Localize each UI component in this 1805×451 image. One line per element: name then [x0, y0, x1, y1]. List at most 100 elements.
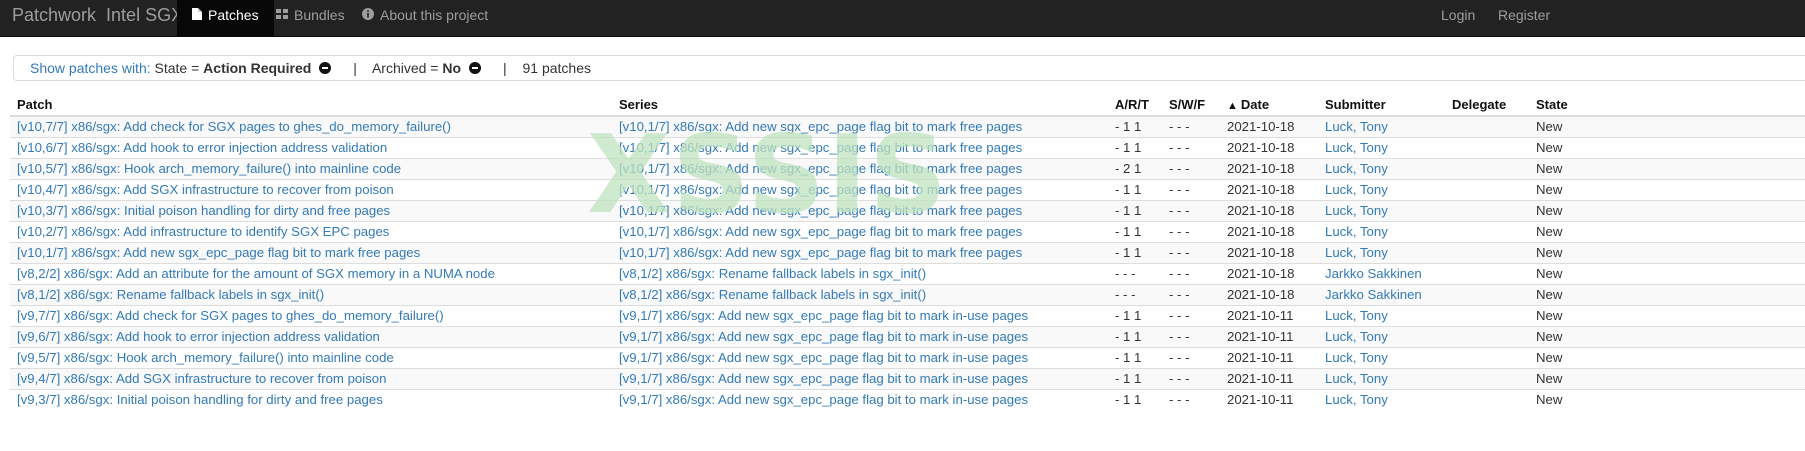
submitter-link[interactable]: Luck, Tony [1325, 224, 1388, 239]
state-cell: New [1529, 263, 1805, 285]
submitter-cell: Luck, Tony [1318, 137, 1445, 159]
submitter-link[interactable]: Luck, Tony [1325, 140, 1388, 155]
patch-link[interactable]: [v8,2/2] x86/sgx: Add an attribute for t… [17, 266, 495, 281]
patch-cell: [v10,1/7] x86/sgx: Add new sgx_epc_page … [10, 242, 612, 264]
submitter-link[interactable]: Luck, Tony [1325, 350, 1388, 365]
header-state[interactable]: State [1529, 94, 1805, 117]
series-link[interactable]: [v10,1/7] x86/sgx: Add new sgx_epc_page … [619, 119, 1022, 134]
header-swf[interactable]: S/W/F [1162, 94, 1220, 117]
swf-cell: - - - [1169, 224, 1190, 239]
submitter-link[interactable]: Luck, Tony [1325, 203, 1388, 218]
nav-about[interactable]: About this project [362, 0, 488, 36]
art-cell: - 1 1 [1115, 224, 1142, 239]
series-link[interactable]: [v9,1/7] x86/sgx: Add new sgx_epc_page f… [619, 371, 1028, 386]
series-link[interactable]: [v8,1/2] x86/sgx: Rename fallback labels… [619, 287, 926, 302]
state-cell: New [1529, 179, 1805, 201]
patch-link[interactable]: [v10,2/7] x86/sgx: Add infrastructure to… [17, 224, 389, 239]
state-cell: New [1529, 368, 1805, 390]
submitter-link[interactable]: Jarkko Sakkinen [1325, 266, 1422, 281]
series-link[interactable]: [v9,1/7] x86/sgx: Add new sgx_epc_page f… [619, 329, 1028, 344]
patch-link[interactable]: [v9,5/7] x86/sgx: Hook arch_memory_failu… [17, 350, 394, 365]
series-link[interactable]: [v10,1/7] x86/sgx: Add new sgx_epc_page … [619, 161, 1022, 176]
submitter-link[interactable]: Luck, Tony [1325, 161, 1388, 176]
swf-cell: - - - [1162, 326, 1220, 348]
series-cell: [v9,1/7] x86/sgx: Add new sgx_epc_page f… [612, 326, 1108, 348]
patch-link[interactable]: [v10,6/7] x86/sgx: Add hook to error inj… [17, 140, 387, 155]
brand-name[interactable]: Patchwork [12, 5, 96, 25]
table-row: [v10,5/7] x86/sgx: Hook arch_memory_fail… [10, 158, 1805, 180]
swf-cell: - - - [1162, 305, 1220, 327]
patch-link[interactable]: [v10,3/7] x86/sgx: Initial poison handli… [17, 203, 390, 218]
submitter-link[interactable]: Luck, Tony [1325, 371, 1388, 386]
series-cell: [v10,1/7] x86/sgx: Add new sgx_epc_page … [612, 137, 1108, 159]
art-cell: - - - [1115, 266, 1136, 281]
series-link[interactable]: [v10,1/7] x86/sgx: Add new sgx_epc_page … [619, 245, 1022, 260]
delegate-cell [1445, 305, 1529, 327]
state-cell: New [1536, 140, 1563, 155]
patch-link[interactable]: [v10,1/7] x86/sgx: Add new sgx_epc_page … [17, 245, 420, 260]
submitter-link[interactable]: Luck, Tony [1325, 119, 1388, 134]
header-delegate[interactable]: Delegate [1445, 94, 1529, 117]
patch-link[interactable]: [v10,4/7] x86/sgx: Add SGX infrastructur… [17, 182, 394, 197]
nav-patches[interactable]: Patches [177, 0, 274, 36]
swf-cell: - - - [1169, 350, 1190, 365]
patch-link[interactable]: [v9,7/7] x86/sgx: Add check for SGX page… [17, 308, 444, 323]
patch-link[interactable]: [v8,1/2] x86/sgx: Rename fallback labels… [17, 287, 324, 302]
remove-archived-filter-icon[interactable] [469, 62, 482, 74]
art-cell: - 1 1 [1115, 245, 1142, 260]
patch-count: 91 patches [522, 60, 591, 76]
patch-link[interactable]: [v9,4/7] x86/sgx: Add SGX infrastructure… [17, 371, 386, 386]
patch-link[interactable]: [v9,6/7] x86/sgx: Add hook to error inje… [17, 329, 380, 344]
art-cell: - - - [1115, 287, 1136, 302]
series-link[interactable]: [v9,1/7] x86/sgx: Add new sgx_epc_page f… [619, 308, 1028, 323]
submitter-cell: Jarkko Sakkinen [1318, 263, 1445, 285]
art-cell: - 1 1 [1108, 347, 1162, 369]
header-submitter[interactable]: Submitter [1318, 94, 1445, 117]
series-link[interactable]: [v10,1/7] x86/sgx: Add new sgx_epc_page … [619, 182, 1022, 197]
series-link[interactable]: [v10,1/7] x86/sgx: Add new sgx_epc_page … [619, 203, 1022, 218]
brand[interactable]: Patchwork Intel SGX [12, 0, 183, 32]
patch-link[interactable]: [v10,7/7] x86/sgx: Add check for SGX pag… [17, 119, 451, 134]
submitter-link[interactable]: Luck, Tony [1325, 308, 1388, 323]
submitter-link[interactable]: Luck, Tony [1325, 182, 1388, 197]
submitter-link[interactable]: Jarkko Sakkinen [1325, 287, 1422, 302]
submitter-cell: Luck, Tony [1318, 242, 1445, 264]
state-cell: New [1536, 266, 1563, 281]
swf-cell: - - - [1169, 371, 1190, 386]
series-link[interactable]: [v8,1/2] x86/sgx: Rename fallback labels… [619, 266, 926, 281]
header-series[interactable]: Series [612, 94, 1108, 117]
remove-state-filter-icon[interactable] [319, 62, 332, 74]
swf-cell: - - - [1162, 200, 1220, 222]
table-row: [v10,6/7] x86/sgx: Add hook to error inj… [10, 137, 1805, 159]
submitter-link[interactable]: Luck, Tony [1325, 392, 1388, 407]
header-art[interactable]: A/R/T [1108, 94, 1162, 117]
patch-link[interactable]: [v10,5/7] x86/sgx: Hook arch_memory_fail… [17, 161, 401, 176]
date-cell: 2021-10-18 [1227, 266, 1295, 281]
series-link[interactable]: [v9,1/7] x86/sgx: Add new sgx_epc_page f… [619, 392, 1028, 407]
table-row: [v10,7/7] x86/sgx: Add check for SGX pag… [10, 115, 1805, 138]
submitter-link[interactable]: Luck, Tony [1325, 245, 1388, 260]
series-cell: [v9,1/7] x86/sgx: Add new sgx_epc_page f… [612, 305, 1108, 327]
series-link[interactable]: [v10,1/7] x86/sgx: Add new sgx_epc_page … [619, 224, 1022, 239]
header-date[interactable]: ▲ Date [1220, 94, 1318, 117]
register-link[interactable]: Register [1498, 0, 1550, 32]
swf-cell: - - - [1169, 203, 1190, 218]
art-cell: - 1 1 [1108, 115, 1162, 138]
show-filters-toggle[interactable]: Show patches with: [30, 60, 151, 76]
separator: | [353, 60, 357, 76]
submitter-cell: Luck, Tony [1318, 200, 1445, 222]
project-name[interactable]: Intel SGX [106, 5, 183, 25]
login-link[interactable]: Login [1441, 0, 1475, 32]
patch-cell: [v8,1/2] x86/sgx: Rename fallback labels… [10, 284, 612, 306]
header-patch[interactable]: Patch [10, 94, 612, 117]
table-row: [v8,1/2] x86/sgx: Rename fallback labels… [10, 284, 1805, 306]
art-cell: - 1 1 [1115, 350, 1142, 365]
nav-bundles[interactable]: Bundles [276, 0, 345, 36]
swf-cell: - - - [1169, 140, 1190, 155]
submitter-link[interactable]: Luck, Tony [1325, 329, 1388, 344]
patch-cell: [v9,7/7] x86/sgx: Add check for SGX page… [10, 305, 612, 327]
swf-cell: - - - [1162, 242, 1220, 264]
series-link[interactable]: [v10,1/7] x86/sgx: Add new sgx_epc_page … [619, 140, 1022, 155]
series-link[interactable]: [v9,1/7] x86/sgx: Add new sgx_epc_page f… [619, 350, 1028, 365]
patch-link[interactable]: [v9,3/7] x86/sgx: Initial poison handlin… [17, 392, 383, 407]
